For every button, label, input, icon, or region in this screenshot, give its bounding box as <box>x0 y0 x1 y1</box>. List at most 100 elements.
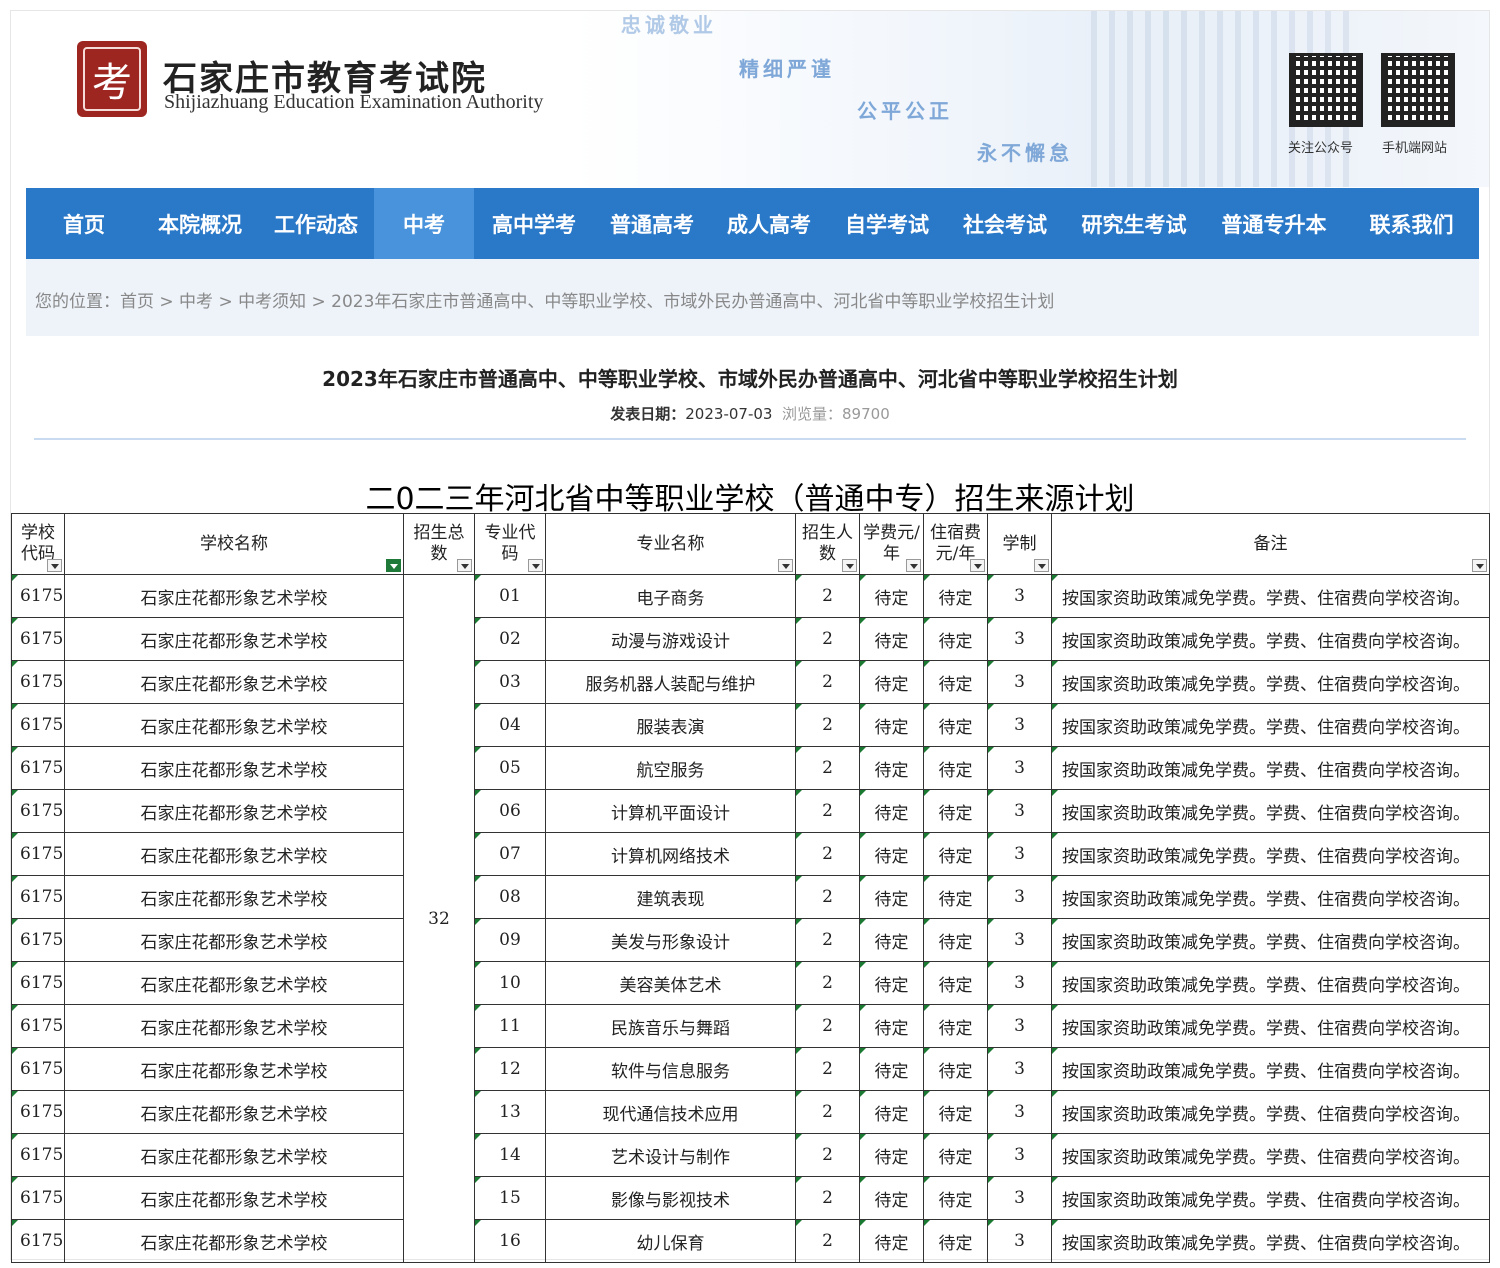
quota-cell[interactable]: 2 <box>795 875 860 919</box>
duration-cell[interactable]: 3 <box>987 1133 1052 1177</box>
nav-zhongkao[interactable]: 中考 <box>374 188 474 259</box>
header-fee[interactable]: 学费元/年 <box>859 513 924 575</box>
duration-cell[interactable]: 3 <box>987 617 1052 661</box>
major-code-cell[interactable]: 07 <box>474 832 546 876</box>
duration-cell[interactable]: 3 <box>987 918 1052 962</box>
duration-cell[interactable]: 3 <box>987 789 1052 833</box>
school-name-cell[interactable]: 石家庄花都形象艺术学校 <box>64 1219 404 1263</box>
school-code-cell[interactable]: 6175 <box>11 1176 65 1220</box>
dorm-fee-cell[interactable]: 待定 <box>923 574 988 618</box>
school-name-cell[interactable]: 石家庄花都形象艺术学校 <box>64 832 404 876</box>
school-name-cell[interactable]: 石家庄花都形象艺术学校 <box>64 617 404 661</box>
major-name-cell[interactable]: 艺术设计与制作 <box>545 1133 796 1177</box>
major-name-cell[interactable]: 美容美体艺术 <box>545 961 796 1005</box>
school-code-cell[interactable]: 6175 <box>11 875 65 919</box>
major-code-cell[interactable]: 01 <box>474 574 546 618</box>
fee-cell[interactable]: 待定 <box>859 703 924 747</box>
duration-cell[interactable]: 3 <box>987 875 1052 919</box>
school-code-cell[interactable]: 6175 <box>11 617 65 661</box>
major-name-cell[interactable]: 计算机网络技术 <box>545 832 796 876</box>
note-cell[interactable]: 按国家资助政策减免学费。学费、住宿费向学校咨询。 <box>1051 918 1490 962</box>
nav-contact[interactable]: 联系我们 <box>1344 188 1479 259</box>
dorm-fee-cell[interactable]: 待定 <box>923 660 988 704</box>
quota-cell[interactable]: 2 <box>795 746 860 790</box>
school-code-cell[interactable]: 6175 <box>11 1004 65 1048</box>
major-name-cell[interactable]: 航空服务 <box>545 746 796 790</box>
fee-cell[interactable]: 待定 <box>859 660 924 704</box>
quota-cell[interactable]: 2 <box>795 832 860 876</box>
header-duration[interactable]: 学制 <box>987 513 1052 575</box>
quota-cell[interactable]: 2 <box>795 574 860 618</box>
filter-dropdown-icon[interactable] <box>1034 559 1049 572</box>
filter-dropdown-icon[interactable] <box>778 559 793 572</box>
filter-dropdown-icon[interactable] <box>1472 559 1487 572</box>
duration-cell[interactable]: 3 <box>987 1004 1052 1048</box>
quota-cell[interactable]: 2 <box>795 1219 860 1263</box>
filter-dropdown-icon[interactable] <box>47 559 62 572</box>
quota-cell[interactable]: 2 <box>795 617 860 661</box>
major-code-cell[interactable]: 03 <box>474 660 546 704</box>
school-name-cell[interactable]: 石家庄花都形象艺术学校 <box>64 918 404 962</box>
nav-news[interactable]: 工作动态 <box>258 188 374 259</box>
quota-cell[interactable]: 2 <box>795 961 860 1005</box>
nav-gaokao[interactable]: 普通高考 <box>594 188 710 259</box>
note-cell[interactable]: 按国家资助政策减免学费。学费、住宿费向学校咨询。 <box>1051 1133 1490 1177</box>
school-name-cell[interactable]: 石家庄花都形象艺术学校 <box>64 961 404 1005</box>
school-name-cell[interactable]: 石家庄花都形象艺术学校 <box>64 574 404 618</box>
header-note[interactable]: 备注 <box>1051 513 1490 575</box>
quota-cell[interactable]: 2 <box>795 1047 860 1091</box>
breadcrumb-text[interactable]: 您的位置：首页 > 中考 > 中考须知 > 2023年石家庄市普通高中、中等职业… <box>35 287 1054 312</box>
fee-cell[interactable]: 待定 <box>859 1133 924 1177</box>
school-name-cell[interactable]: 石家庄花都形象艺术学校 <box>64 1090 404 1134</box>
major-name-cell[interactable]: 影像与影视技术 <box>545 1176 796 1220</box>
school-code-cell[interactable]: 6175 <box>11 789 65 833</box>
nav-self-study[interactable]: 自学考试 <box>828 188 946 259</box>
school-code-cell[interactable]: 6175 <box>11 1047 65 1091</box>
school-name-cell[interactable]: 石家庄花都形象艺术学校 <box>64 703 404 747</box>
header-school-code[interactable]: 学校代码 <box>11 513 65 575</box>
school-code-cell[interactable]: 6175 <box>11 746 65 790</box>
school-name-cell[interactable]: 石家庄花都形象艺术学校 <box>64 789 404 833</box>
fee-cell[interactable]: 待定 <box>859 617 924 661</box>
dorm-fee-cell[interactable]: 待定 <box>923 1047 988 1091</box>
filter-dropdown-icon[interactable] <box>970 559 985 572</box>
major-code-cell[interactable]: 12 <box>474 1047 546 1091</box>
major-name-cell[interactable]: 建筑表现 <box>545 875 796 919</box>
school-code-cell[interactable]: 6175 <box>11 1090 65 1134</box>
dorm-fee-cell[interactable]: 待定 <box>923 1090 988 1134</box>
school-name-cell[interactable]: 石家庄花都形象艺术学校 <box>64 1004 404 1048</box>
fee-cell[interactable]: 待定 <box>859 1004 924 1048</box>
duration-cell[interactable]: 3 <box>987 1176 1052 1220</box>
quota-cell[interactable]: 2 <box>795 660 860 704</box>
note-cell[interactable]: 按国家资助政策减免学费。学费、住宿费向学校咨询。 <box>1051 1219 1490 1263</box>
header-dorm-fee[interactable]: 住宿费元/年 <box>923 513 988 575</box>
note-cell[interactable]: 按国家资助政策减免学费。学费、住宿费向学校咨询。 <box>1051 703 1490 747</box>
nav-social-exam[interactable]: 社会考试 <box>946 188 1064 259</box>
major-name-cell[interactable]: 现代通信技术应用 <box>545 1090 796 1134</box>
fee-cell[interactable]: 待定 <box>859 789 924 833</box>
major-name-cell[interactable]: 幼儿保育 <box>545 1219 796 1263</box>
quota-cell[interactable]: 2 <box>795 1133 860 1177</box>
filter-dropdown-icon[interactable] <box>528 559 543 572</box>
note-cell[interactable]: 按国家资助政策减免学费。学费、住宿费向学校咨询。 <box>1051 660 1490 704</box>
fee-cell[interactable]: 待定 <box>859 746 924 790</box>
quota-cell[interactable]: 2 <box>795 1090 860 1134</box>
note-cell[interactable]: 按国家资助政策减免学费。学费、住宿费向学校咨询。 <box>1051 1090 1490 1134</box>
major-code-cell[interactable]: 08 <box>474 875 546 919</box>
major-code-cell[interactable]: 02 <box>474 617 546 661</box>
note-cell[interactable]: 按国家资助政策减免学费。学费、住宿费向学校咨询。 <box>1051 1004 1490 1048</box>
school-name-cell[interactable]: 石家庄花都形象艺术学校 <box>64 1047 404 1091</box>
school-code-cell[interactable]: 6175 <box>11 574 65 618</box>
school-code-cell[interactable]: 6175 <box>11 961 65 1005</box>
school-name-cell[interactable]: 石家庄花都形象艺术学校 <box>64 1176 404 1220</box>
duration-cell[interactable]: 3 <box>987 961 1052 1005</box>
school-code-cell[interactable]: 6175 <box>11 1133 65 1177</box>
fee-cell[interactable]: 待定 <box>859 832 924 876</box>
school-code-cell[interactable]: 6175 <box>11 832 65 876</box>
dorm-fee-cell[interactable]: 待定 <box>923 961 988 1005</box>
major-code-cell[interactable]: 13 <box>474 1090 546 1134</box>
major-code-cell[interactable]: 05 <box>474 746 546 790</box>
quota-cell[interactable]: 2 <box>795 1004 860 1048</box>
duration-cell[interactable]: 3 <box>987 1090 1052 1134</box>
major-code-cell[interactable]: 09 <box>474 918 546 962</box>
